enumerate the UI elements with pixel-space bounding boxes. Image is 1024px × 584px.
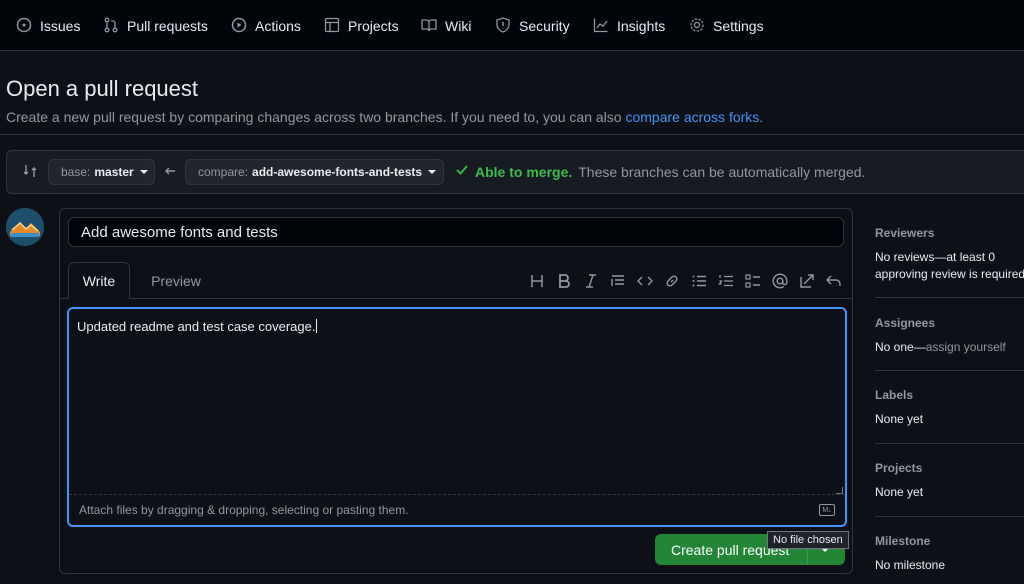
base-prefix: base: bbox=[61, 165, 91, 179]
nav-item-label: Pull requests bbox=[127, 18, 208, 34]
base-branch-select[interactable]: base: master bbox=[48, 159, 155, 185]
graph-icon bbox=[593, 17, 609, 36]
projects-value: None yet bbox=[875, 485, 924, 499]
nav-item-label: Wiki bbox=[445, 18, 472, 34]
text-cursor bbox=[316, 319, 318, 333]
nav-item-settings[interactable]: Settings bbox=[689, 12, 764, 40]
pull-request-icon bbox=[103, 17, 119, 36]
chevron-down-icon bbox=[139, 170, 148, 174]
nav-item-label: Settings bbox=[713, 18, 764, 34]
subtitle-end: . bbox=[759, 109, 764, 125]
compare-across-forks-link[interactable]: compare across forks bbox=[625, 109, 759, 125]
page-subtitle: Create a new pull request by comparing c… bbox=[6, 109, 763, 125]
bulleted-list-icon[interactable] bbox=[690, 273, 707, 290]
cross-reference-icon[interactable] bbox=[798, 273, 815, 290]
subtitle-text: Create a new pull request by comparing c… bbox=[6, 109, 622, 125]
quote-icon[interactable] bbox=[609, 273, 626, 290]
nav-item-security[interactable]: Security bbox=[495, 12, 570, 40]
milestone-heading[interactable]: Milestone bbox=[875, 534, 930, 548]
compare-prefix: compare: bbox=[198, 165, 249, 179]
nav-item-pull-requests[interactable]: Pull requests bbox=[103, 12, 208, 40]
sidebar-divider bbox=[875, 370, 1024, 371]
description-value: Updated readme and test case coverage. bbox=[77, 319, 316, 334]
sidebar-divider bbox=[875, 516, 1024, 517]
tab-divider bbox=[60, 298, 852, 299]
description-text[interactable]: Updated readme and test case coverage. bbox=[77, 319, 318, 334]
reviewers-heading[interactable]: Reviewers bbox=[875, 226, 934, 240]
merge-status: Able to merge. These branches can be aut… bbox=[455, 163, 865, 180]
tab-write[interactable]: Write bbox=[68, 262, 130, 299]
avatar[interactable] bbox=[6, 208, 44, 246]
play-icon bbox=[231, 17, 247, 36]
assignees-value: No one—assign yourself bbox=[875, 339, 1006, 356]
nav-item-label: Insights bbox=[617, 18, 666, 34]
projects-heading[interactable]: Projects bbox=[875, 461, 922, 475]
undo-icon[interactable] bbox=[825, 273, 842, 290]
merge-status-bold: Able to merge. bbox=[475, 163, 573, 180]
reviewers-value: No reviews—at least 0 approving review i… bbox=[875, 249, 1024, 283]
shield-icon bbox=[495, 16, 511, 36]
file-tooltip: No file chosen bbox=[767, 531, 849, 549]
sidebar-divider bbox=[875, 443, 1024, 444]
assignees-text: No one— bbox=[875, 340, 926, 354]
labels-value: None yet bbox=[875, 412, 924, 426]
reviewers-text: No reviews—at least 0 approving review i… bbox=[875, 250, 1024, 281]
tab-preview[interactable]: Preview bbox=[148, 262, 204, 299]
assign-yourself-link[interactable]: assign yourself bbox=[926, 340, 1006, 354]
nav-item-projects[interactable]: Projects bbox=[324, 12, 399, 40]
merge-status-text: These branches can be automatically merg… bbox=[578, 163, 866, 180]
nav-item-wiki[interactable]: Wiki bbox=[421, 12, 471, 40]
nav-item-label: Actions bbox=[255, 18, 301, 34]
page-title: Open a pull request bbox=[6, 76, 199, 101]
title-input[interactable]: Add awesome fonts and tests bbox=[68, 217, 844, 247]
issue-icon bbox=[16, 17, 32, 36]
resize-handle[interactable] bbox=[836, 487, 843, 494]
bold-icon[interactable] bbox=[555, 273, 572, 290]
chevron-down-icon bbox=[428, 170, 437, 174]
avatar-image bbox=[6, 208, 44, 246]
divider bbox=[0, 134, 1024, 135]
markdown-toolbar bbox=[528, 272, 842, 290]
book-icon bbox=[421, 17, 437, 36]
labels-heading[interactable]: Labels bbox=[875, 388, 913, 402]
attach-files-area[interactable]: Attach files by dragging & dropping, sel… bbox=[69, 494, 845, 525]
nav-item-label: Security bbox=[519, 18, 570, 34]
attach-files-text: Attach files by dragging & dropping, sel… bbox=[79, 503, 409, 517]
description-editor[interactable]: Updated readme and test case coverage. A… bbox=[67, 307, 847, 527]
italic-icon[interactable] bbox=[582, 273, 599, 290]
compare-arrows-icon bbox=[22, 163, 38, 182]
arrow-left-icon bbox=[164, 164, 176, 180]
task-list-icon[interactable] bbox=[744, 273, 761, 290]
assignees-heading[interactable]: Assignees bbox=[875, 316, 935, 330]
table-icon bbox=[324, 17, 340, 36]
numbered-list-icon[interactable] bbox=[717, 273, 734, 290]
gear-icon bbox=[689, 17, 705, 36]
sidebar-divider bbox=[875, 297, 1024, 298]
nav-item-label: Issues bbox=[40, 18, 81, 34]
pull-request-form: Add awesome fonts and tests Write Previe… bbox=[59, 208, 853, 574]
code-icon[interactable] bbox=[636, 273, 653, 290]
compare-bar: base: master compare: add-awesome-fonts-… bbox=[6, 150, 1024, 194]
nav-item-issues[interactable]: Issues bbox=[16, 12, 80, 40]
repo-nav: Issues Pull requests Actions Projects Wi… bbox=[0, 0, 1024, 51]
base-branch-name: master bbox=[94, 165, 134, 179]
nav-item-label: Projects bbox=[348, 18, 399, 34]
mention-icon[interactable] bbox=[771, 273, 788, 290]
link-icon[interactable] bbox=[663, 273, 680, 290]
heading-icon[interactable] bbox=[528, 273, 545, 290]
check-icon bbox=[455, 163, 469, 180]
compare-branch-select[interactable]: compare: add-awesome-fonts-and-tests bbox=[185, 159, 444, 185]
nav-item-actions[interactable]: Actions bbox=[231, 12, 301, 40]
milestone-value: No milestone bbox=[875, 558, 946, 572]
markdown-icon[interactable]: M↓ bbox=[819, 504, 835, 516]
compare-branch-name: add-awesome-fonts-and-tests bbox=[252, 165, 423, 179]
sidebar: Reviewers No reviews—at least 0 approvin… bbox=[875, 208, 1024, 584]
nav-item-insights[interactable]: Insights bbox=[593, 12, 665, 40]
